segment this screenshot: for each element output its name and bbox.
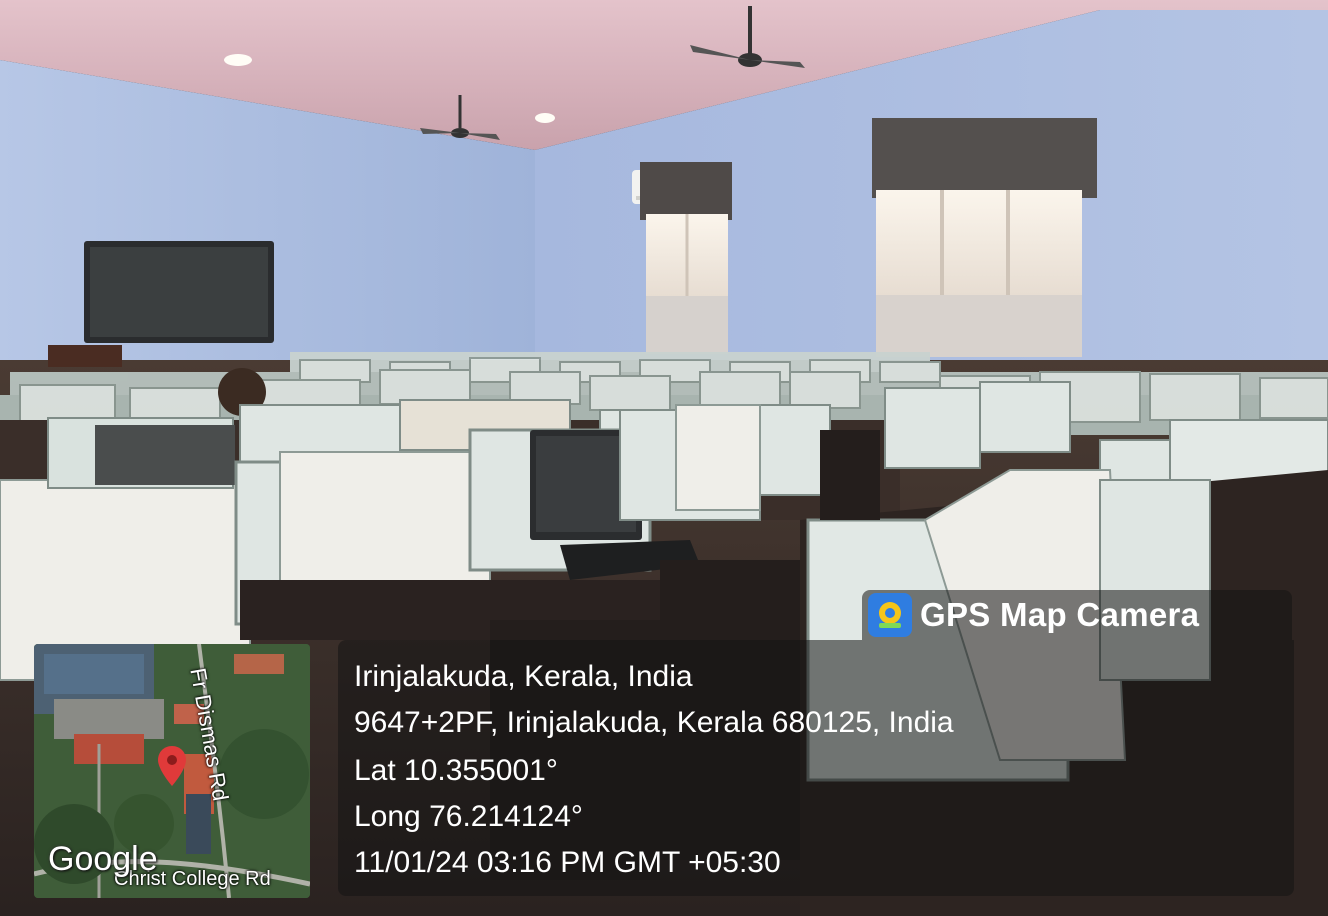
place-name: Irinjalakuda, Kerala, India <box>354 660 693 693</box>
app-badge: GPS Map Camera <box>862 590 1292 640</box>
map-pin-icon <box>158 746 186 791</box>
window-blind <box>872 118 1097 198</box>
app-name: GPS Map Camera <box>920 596 1200 633</box>
window <box>876 190 1082 295</box>
map-pin-camera-icon <box>868 593 912 637</box>
covered-monitor <box>279 451 491 603</box>
ceiling-light <box>535 113 555 123</box>
ceiling-light <box>224 54 252 66</box>
location-info-panel: Irinjalakuda, Kerala, India 9647+2PF, Ir… <box>338 640 1294 896</box>
address: 9647+2PF, Irinjalakuda, Kerala 680125, I… <box>354 706 954 739</box>
google-logo: Google <box>48 840 158 878</box>
longitude: Long 76.214124° <box>354 800 583 833</box>
latitude: Lat 10.355001° <box>354 754 558 787</box>
map-thumbnail: Fr Dismas Rd Christ College Rd Google <box>34 644 310 898</box>
datetime: 11/01/24 03:16 PM GMT +05:30 <box>354 846 781 879</box>
covered-monitor <box>675 404 761 511</box>
